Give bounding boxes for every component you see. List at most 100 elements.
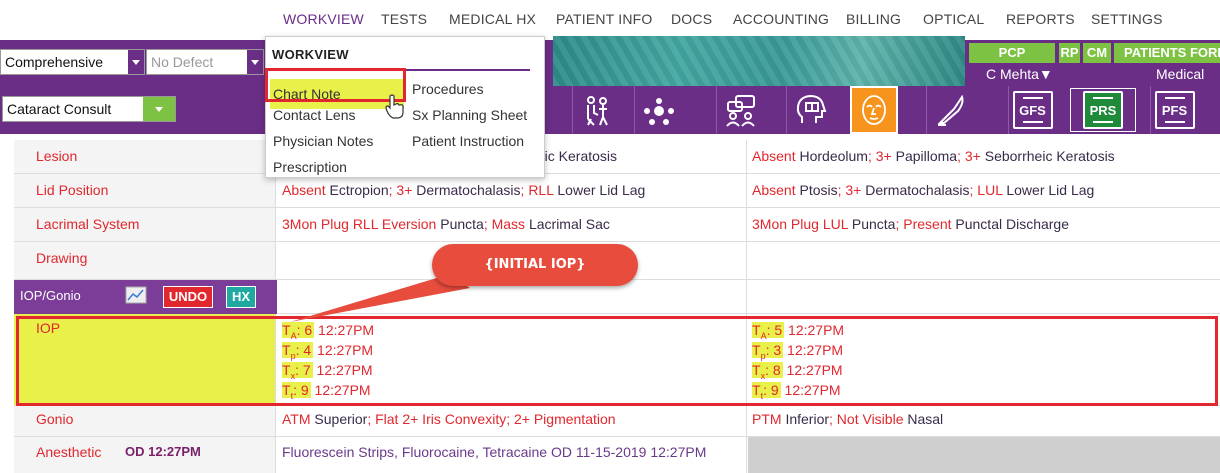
finding-part: Absent (282, 182, 330, 198)
provider-name: C Mehta (986, 66, 1039, 82)
nav-accounting[interactable]: ACCOUNTING (733, 11, 829, 27)
row-label: Anesthetic (36, 444, 102, 460)
nav-docs[interactable]: DOCS (671, 11, 712, 27)
od-findings[interactable]: ATM Superior; Flat 2+ Iris Convexity; 2+… (277, 406, 747, 436)
menu-item-physician-notes[interactable]: Physician Notes (273, 133, 373, 149)
scalpel-icon (937, 94, 963, 126)
face-icon (862, 95, 886, 125)
os-findings[interactable]: PTM Inferior; Not Visible Nasal (748, 406, 1220, 436)
menu-item-prescription[interactable]: Prescription (273, 159, 347, 175)
chevron-down-icon (143, 97, 175, 121)
finding-part: Nasal (907, 411, 944, 427)
menu-item-patient-instruction[interactable]: Patient Instruction (412, 133, 524, 149)
row-label[interactable]: Lacrimal System (14, 208, 276, 241)
network-icon (643, 98, 674, 125)
row-label[interactable]: Drawing (14, 242, 276, 279)
finding-part: Dermatochalasis (865, 182, 970, 198)
finding-part: Inferior (785, 411, 830, 427)
row-label[interactable]: Lesion (14, 140, 276, 173)
nav-billing[interactable]: BILLING (846, 11, 901, 27)
exam-patient-tool[interactable] (572, 86, 620, 134)
finding-part: 3Mon Plug LUL (752, 216, 852, 232)
row-label[interactable]: Lid Position (14, 174, 276, 207)
initial-iop-callout: {INITIAL IOP} (432, 244, 638, 286)
chat-users-icon (725, 95, 755, 127)
finding-part: ; Mass (483, 216, 529, 232)
head-book-icon (796, 94, 826, 123)
nav-reports[interactable]: REPORTS (1006, 11, 1075, 27)
od-findings[interactable]: Absent Ectropion; 3+ Dermatochalasis; RL… (277, 174, 747, 207)
finding-part: ; 3+ (867, 148, 896, 164)
anesthetic-time: OD 12:27PM (125, 444, 201, 459)
provider-dropdown[interactable]: C Mehta▼ (986, 66, 1053, 82)
finding-part: ; Flat 2+ Iris Convexity; 2+ Pigmentatio… (367, 411, 616, 427)
prs-button[interactable]: PRS (1070, 88, 1136, 132)
section-title: IOP/Gonio (20, 288, 81, 303)
menu-item-procedures[interactable]: Procedures (412, 81, 484, 97)
os-empty (748, 280, 1220, 313)
os-findings[interactable]: Absent Ptosis; 3+ Dermatochalasis; LUL L… (748, 174, 1220, 207)
od-findings[interactable]: 3Mon Plug RLL Eversion Puncta; Mass Lacr… (277, 208, 747, 241)
finding-part: Lower Lid Lag (1006, 182, 1095, 198)
caret-down-icon: ▼ (1038, 66, 1053, 82)
cm-badge[interactable]: CM (1083, 43, 1111, 63)
nav-settings[interactable]: SETTINGS (1091, 11, 1163, 27)
defect-select[interactable]: No Defect (146, 49, 264, 75)
top-nav: WORKVIEW TESTS MEDICAL HX PATIENT INFO D… (0, 0, 1220, 40)
os-anesthetic-disabled (748, 437, 1220, 473)
iop-highlight-box (16, 316, 1218, 406)
undo-button[interactable]: UNDO (163, 286, 213, 308)
exam-type-select[interactable]: Comprehensive (0, 49, 145, 75)
finding-part: ; 3+ (837, 182, 866, 198)
face-tool[interactable] (850, 86, 898, 134)
hx-button[interactable]: HX (226, 286, 256, 308)
finding-part: Absent (752, 148, 800, 164)
pcp-badge[interactable]: PCP (969, 43, 1055, 63)
menu-item-sx-planning-sheet[interactable]: Sx Planning Sheet (412, 107, 527, 123)
menu-item-contact-lens[interactable]: Contact Lens (273, 107, 356, 123)
finding-part: Punctal Discharge (955, 216, 1070, 232)
scalpel-tool[interactable] (926, 86, 974, 134)
os-findings[interactable]: Absent Hordeolum; 3+ Papilloma; 3+ Sebor… (748, 140, 1220, 173)
finding-part: ; 3+ (957, 148, 985, 164)
table-row-gonio: Gonio ATM Superior; Flat 2+ Iris Convexi… (14, 406, 1220, 437)
consult-tool[interactable] (716, 86, 764, 134)
od-findings[interactable]: Fluorescein Strips, Fluorocaine, Tetraca… (277, 437, 747, 473)
nav-tests[interactable]: TESTS (381, 11, 427, 27)
exam-type-value: Comprehensive (5, 54, 104, 70)
row-label-cell[interactable]: Anesthetic OD 12:27PM (14, 437, 276, 473)
os-findings[interactable]: 3Mon Plug LUL Puncta; Present Punctal Di… (748, 208, 1220, 241)
finding-part: Ectropion (329, 182, 389, 198)
table-row-lid-position: Lid Position Absent Ectropion; 3+ Dermat… (14, 174, 1220, 208)
network-tool[interactable] (634, 86, 682, 134)
nav-workview[interactable]: WORKVIEW (283, 11, 364, 27)
finding-part: Seborrheic Keratosis (984, 148, 1115, 164)
finding-part: 3Mon Plug RLL Eversion (282, 216, 441, 232)
table-row-lesion: Lesion orrheic Keratosis Absent Hordeolu… (14, 140, 1220, 174)
finding-part: ; LUL (969, 182, 1007, 198)
nav-patient-info[interactable]: PATIENT INFO (556, 11, 653, 27)
finding-part: Papilloma (895, 148, 958, 164)
finding-part: Hordeolum (799, 148, 868, 164)
patients-forms-button[interactable]: PATIENTS FORI (1114, 43, 1220, 63)
graph-icon[interactable] (125, 286, 147, 304)
os-drawing[interactable] (748, 242, 1220, 279)
finding-part: Puncta (440, 216, 484, 232)
chevron-down-icon (128, 50, 144, 74)
finding-part: Superior (314, 411, 368, 427)
pfs-button[interactable]: PFS (1150, 86, 1198, 134)
nav-medical-hx[interactable]: MEDICAL HX (449, 11, 536, 27)
nav-optical[interactable]: OPTICAL (923, 11, 984, 27)
finding-part: Lower Lid Lag (557, 182, 646, 198)
gfs-button[interactable]: GFS (1008, 86, 1056, 134)
finding-part: Puncta (851, 216, 896, 232)
patient-banner-image (553, 36, 965, 86)
template-select[interactable]: Cataract Consult (2, 96, 176, 122)
rp-badge[interactable]: RP (1059, 43, 1080, 63)
finding-part: Lacrimal Sac (528, 216, 610, 232)
finding-part: Absent (752, 182, 800, 198)
row-label[interactable]: Gonio (14, 406, 276, 436)
education-tool[interactable] (786, 86, 834, 134)
slit-lamp-icon (586, 96, 608, 126)
finding-part: ; Present (895, 216, 956, 232)
